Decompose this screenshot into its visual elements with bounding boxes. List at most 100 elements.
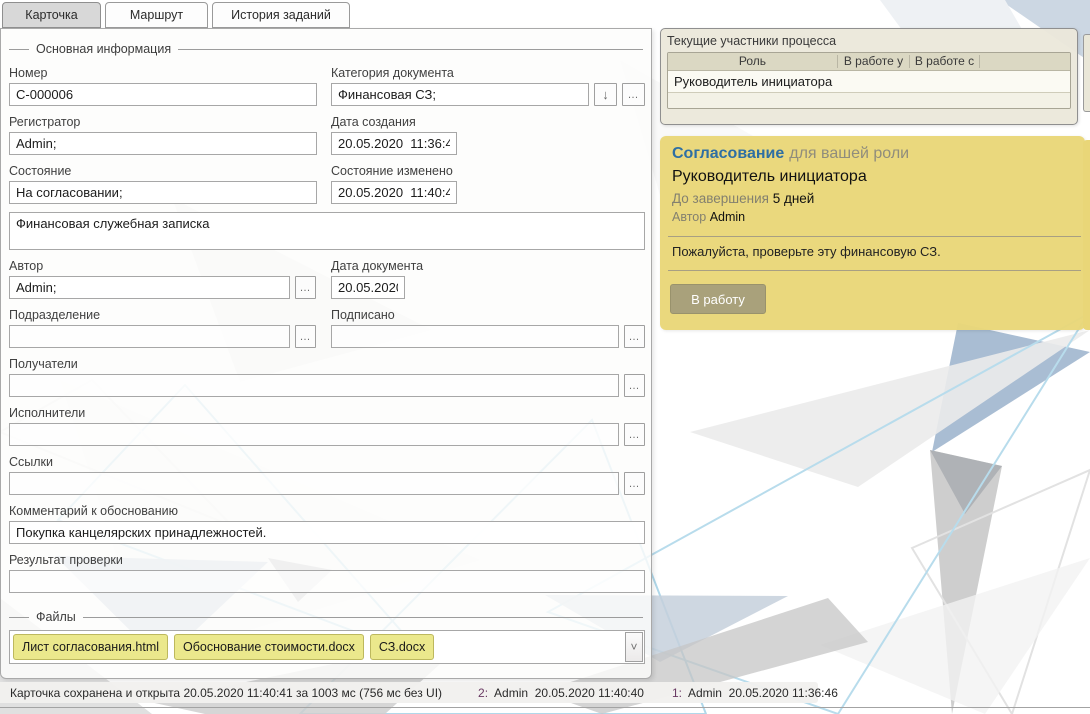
row-ispolniteli: Исполнители … — [9, 406, 643, 446]
task-due-label: До завершения — [672, 191, 769, 206]
version-1-text: Admin 20.05.2020 11:36:46 — [688, 686, 838, 700]
column-header-rol[interactable]: Роль — [668, 55, 838, 68]
ispolniteli-label: Исполнители — [9, 406, 645, 421]
task-due-value: 5 дней — [773, 191, 815, 206]
task-due: До завершения 5 дней — [672, 191, 1085, 209]
file-chip[interactable]: Лист согласования.html — [13, 634, 168, 660]
kommentariy-input[interactable] — [9, 521, 645, 544]
version-2-entry[interactable]: 2: Admin 20.05.2020 11:40:40 — [478, 686, 644, 700]
kategoriya-input[interactable] — [331, 83, 589, 106]
column-header-v-rabote-u[interactable]: В работе у — [838, 55, 910, 68]
data-sozdaniya-input[interactable] — [331, 132, 457, 155]
task-divider — [668, 270, 1081, 271]
version-1-number: 1: — [672, 686, 682, 700]
app-window: { "tabs": { "kartochka": "Карточка", "ma… — [0, 0, 1090, 714]
task-card: Согласование для вашей роли Руководитель … — [660, 136, 1085, 330]
rezultat-label: Результат проверки — [9, 553, 645, 568]
avtor-browse-button[interactable]: … — [295, 276, 316, 299]
version-2-text: Admin 20.05.2020 11:40:40 — [494, 686, 644, 700]
task-type: Согласование — [672, 145, 784, 162]
row-podrazdelenie-podpisano: Подразделение … Подписано … — [9, 308, 643, 348]
task-role: Руководитель инициатора — [672, 168, 1085, 189]
task-message: Пожалуйста, проверьте эту финансовую СЗ. — [672, 244, 1085, 261]
participants-title: Текущие участники процесса — [667, 34, 1071, 52]
ssylki-browse-button[interactable]: … — [624, 472, 645, 495]
row-avtor-datadokumenta: Автор … Дата документа — [9, 259, 643, 299]
sostoyanie-izmeneno-label: Состояние изменено — [331, 164, 645, 179]
tab-marshrut[interactable]: Маршрут — [105, 2, 208, 28]
participant-role: Руководитель инициатора — [674, 74, 832, 89]
category-dropdown-button[interactable]: ↓ — [594, 83, 617, 106]
task-title: Согласование для вашей роли — [672, 145, 1085, 166]
poluchateli-input[interactable] — [9, 374, 619, 397]
task-author-label: Автор — [672, 210, 706, 224]
clipped-task-card-sliver — [1083, 140, 1090, 330]
task-author-value: Admin — [710, 210, 745, 224]
participants-panel: Текущие участники процесса Роль В работе… — [660, 28, 1078, 125]
table-row[interactable]: Руководитель инициатора — [668, 70, 1070, 92]
files-strip: Лист согласования.html Обоснование стоим… — [9, 630, 645, 664]
row-nomer-kategoriya: Номер Категория документа ↓ … — [9, 66, 643, 106]
kategoriya-label: Категория документа — [331, 66, 645, 81]
ellipsis-icon: … — [629, 431, 641, 439]
ellipsis-icon: … — [300, 284, 312, 292]
ssylki-input[interactable] — [9, 472, 619, 495]
podpisano-input[interactable] — [331, 325, 619, 348]
nomer-input[interactable] — [9, 83, 317, 106]
podpisano-label: Подписано — [331, 308, 645, 323]
version-1-entry[interactable]: 1: Admin 20.05.2020 11:36:46 — [672, 686, 838, 700]
avtor-input[interactable] — [9, 276, 290, 299]
data-dokumenta-label: Дата документа — [331, 259, 645, 274]
row-kommentariy: Комментарий к обоснованию — [9, 504, 643, 544]
sostoyanie-label: Состояние — [9, 164, 317, 179]
group-files-legend: Файлы — [9, 609, 643, 625]
take-to-work-button[interactable]: В работу — [670, 284, 766, 314]
chevron-down-icon: ˅ — [630, 640, 637, 654]
row-registrator-datasozdaniya: Регистратор Дата создания — [9, 115, 643, 155]
file-chip[interactable]: СЗ.docx — [370, 634, 434, 660]
podrazdelenie-browse-button[interactable]: … — [295, 325, 316, 348]
ispolniteli-input[interactable] — [9, 423, 619, 446]
table-row-empty[interactable] — [668, 92, 1070, 108]
podrazdelenie-label: Подразделение — [9, 308, 317, 323]
version-2-number: 2: — [478, 686, 488, 700]
sostoyanie-input[interactable] — [9, 181, 317, 204]
tab-kartochka[interactable]: Карточка — [2, 2, 101, 28]
avtor-label: Автор — [9, 259, 317, 274]
row-rezultat: Результат проверки — [9, 553, 643, 593]
registrator-label: Регистратор — [9, 115, 317, 130]
registrator-input[interactable] — [9, 132, 317, 155]
naimenovanie-input[interactable] — [9, 212, 645, 250]
ispolniteli-browse-button[interactable]: … — [624, 423, 645, 446]
column-header-v-rabote-s[interactable]: В работе с — [910, 55, 980, 68]
participants-table-header: Роль В работе у В работе с — [668, 53, 1070, 70]
row-ssylki: Ссылки … — [9, 455, 643, 495]
sostoyanie-izmeneno-input[interactable] — [331, 181, 457, 204]
category-browse-button[interactable]: … — [622, 83, 645, 106]
ellipsis-icon: … — [629, 480, 641, 488]
files-scroll-button[interactable]: ˅ — [625, 632, 643, 662]
rezultat-input[interactable] — [9, 570, 645, 593]
ellipsis-icon: … — [629, 382, 641, 390]
data-dokumenta-input[interactable] — [331, 276, 405, 299]
poluchateli-browse-button[interactable]: … — [624, 374, 645, 397]
row-sostoyanie: Состояние Состояние изменено — [9, 164, 643, 204]
tab-istoriya-zadaniy[interactable]: История заданий — [212, 2, 350, 28]
kommentariy-label: Комментарий к обоснованию — [9, 504, 645, 519]
file-chip[interactable]: Обоснование стоимости.docx — [174, 634, 364, 660]
group-basic-info-legend: Основная информация — [9, 41, 643, 57]
podpisano-browse-button[interactable]: … — [624, 325, 645, 348]
data-sozdaniya-label: Дата создания — [331, 115, 645, 130]
group-basic-info-title: Основная информация — [36, 42, 171, 56]
ellipsis-icon: … — [628, 91, 640, 99]
task-divider — [668, 236, 1081, 237]
task-type-suffix: для вашей роли — [789, 145, 909, 162]
status-main-text: Карточка сохранена и открыта 20.05.2020 … — [10, 686, 442, 700]
poluchateli-label: Получатели — [9, 357, 645, 372]
nomer-label: Номер — [9, 66, 317, 81]
arrow-down-icon: ↓ — [602, 87, 609, 102]
status-bar: Карточка сохранена и открыта 20.05.2020 … — [0, 682, 818, 703]
podrazdelenie-input[interactable] — [9, 325, 290, 348]
ellipsis-icon: … — [629, 333, 641, 341]
ssylki-label: Ссылки — [9, 455, 645, 470]
